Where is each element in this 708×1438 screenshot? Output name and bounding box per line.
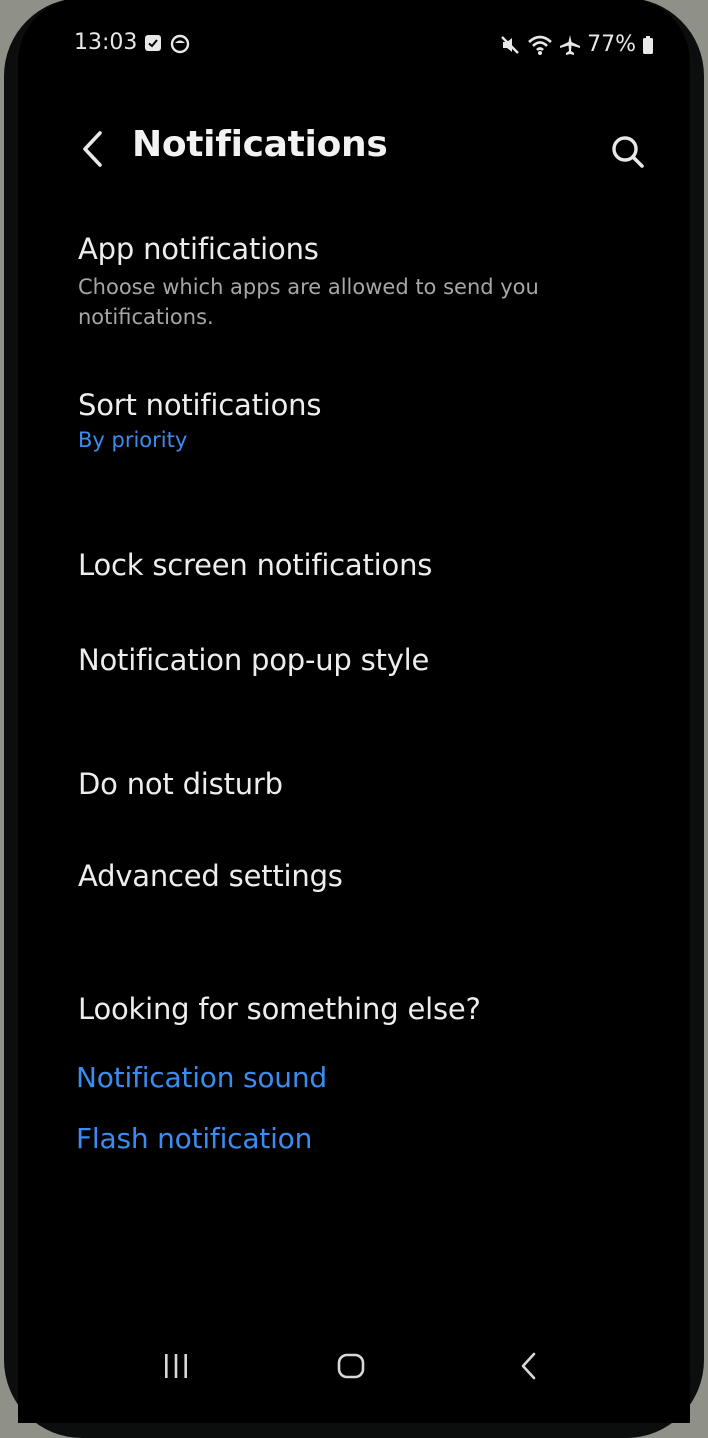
phone-frame: 13:03 77% Notifications App notification… (4, 0, 704, 1438)
flash-notification-link[interactable]: Flash notification (76, 1122, 312, 1155)
app-notifications-title: App notifications (78, 232, 319, 266)
chevron-left-icon (74, 126, 114, 172)
back-button[interactable] (74, 126, 114, 172)
page-title: Notifications (132, 124, 388, 165)
do-not-disturb-item[interactable]: Do not disturb (78, 767, 638, 801)
home-icon[interactable] (336, 1352, 366, 1380)
battery-icon (642, 35, 654, 55)
search-icon (608, 132, 648, 172)
lock-screen-notifications-item[interactable]: Lock screen notifications (78, 548, 638, 582)
notification-popup-style-item[interactable]: Notification pop-up style (78, 643, 638, 677)
suggestions-heading: Looking for something else? (78, 992, 481, 1026)
recents-icon[interactable] (162, 1352, 190, 1380)
app-notifications-item[interactable]: App notifications Choose which apps are … (78, 232, 638, 332)
screen: 13:03 77% Notifications App notification… (18, 0, 690, 1423)
search-button[interactable] (608, 132, 648, 172)
battery-percentage: 77% (587, 32, 636, 57)
mute-icon (499, 34, 521, 56)
back-icon[interactable] (518, 1350, 540, 1382)
lock-screen-notifications-title: Lock screen notifications (78, 548, 433, 582)
checkbox-notification-icon (144, 34, 162, 54)
status-right-icons: 77% (499, 32, 654, 57)
advanced-settings-item[interactable]: Advanced settings (78, 859, 638, 893)
wifi-icon (527, 34, 553, 56)
do-not-disturb-title: Do not disturb (78, 767, 283, 801)
notification-sound-link[interactable]: Notification sound (76, 1061, 327, 1094)
status-time: 13:03 (74, 30, 138, 55)
app-notifications-subtitle: Choose which apps are allowed to send yo… (78, 275, 539, 329)
circle-notification-icon (170, 34, 190, 54)
status-bar: 13:03 77% (18, 0, 690, 88)
airplane-mode-icon (559, 34, 581, 56)
sort-notifications-title: Sort notifications (78, 388, 322, 422)
notification-popup-style-title: Notification pop-up style (78, 643, 430, 677)
navigation-bar (18, 1338, 690, 1398)
advanced-settings-title: Advanced settings (78, 859, 343, 893)
sort-notifications-value: By priority (78, 428, 188, 452)
sort-notifications-item[interactable]: Sort notifications By priority (78, 388, 638, 452)
status-left-icons (144, 34, 190, 54)
